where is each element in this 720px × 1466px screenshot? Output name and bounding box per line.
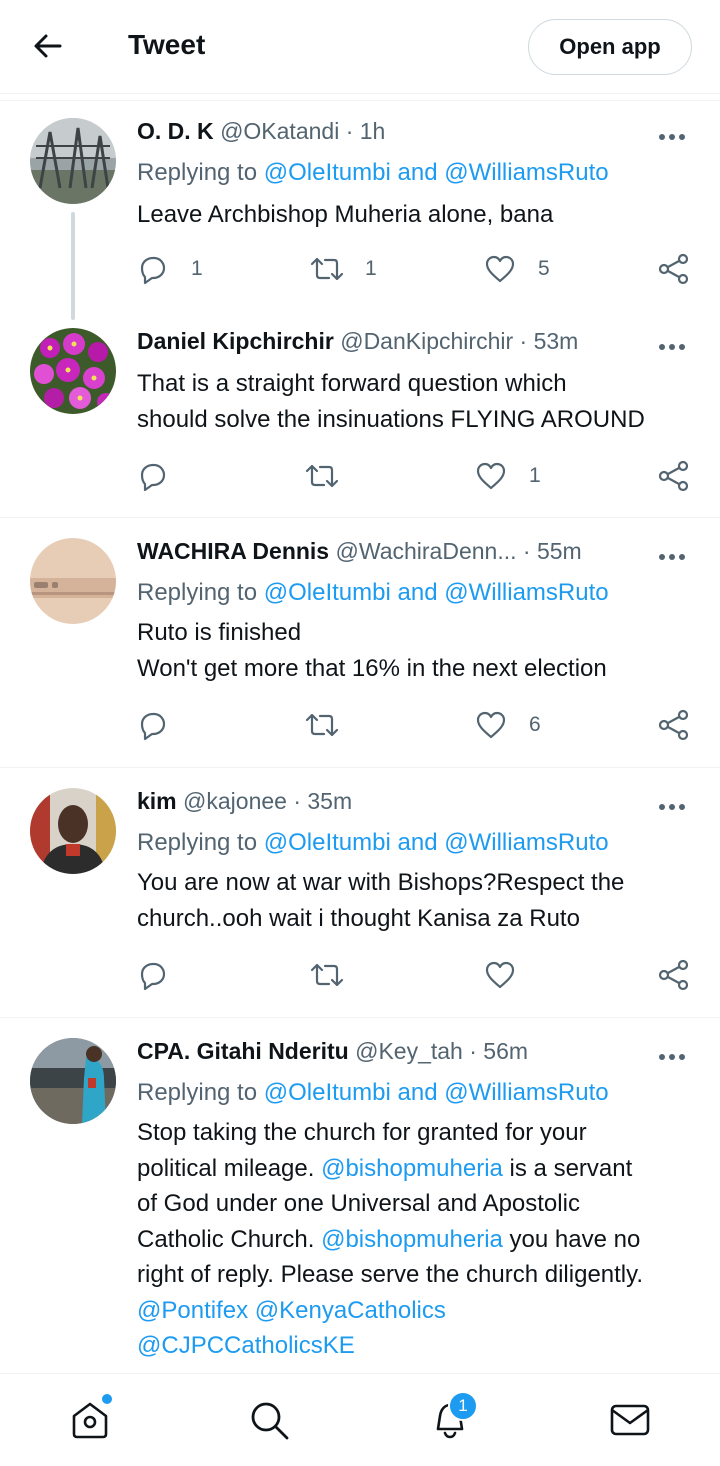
new-content-dot bbox=[102, 1394, 112, 1404]
timestamp[interactable]: · 55m bbox=[523, 538, 582, 564]
tweet-text: Ruto is finished Won't get more that 16%… bbox=[137, 619, 607, 682]
tweet-kajonee[interactable]: kim @kajonee · 35m Replying to @OleItumb… bbox=[0, 788, 720, 1017]
search-icon[interactable] bbox=[247, 1398, 291, 1442]
like-count: 6 bbox=[529, 713, 541, 736]
more-options-icon[interactable] bbox=[658, 121, 686, 141]
timestamp[interactable]: · 56m bbox=[469, 1038, 528, 1064]
tweet-text: That is a straight forward question whic… bbox=[137, 370, 645, 433]
avatar[interactable] bbox=[30, 118, 116, 204]
avatar[interactable] bbox=[30, 538, 116, 624]
header-divider bbox=[0, 93, 720, 101]
tweet-text: You are now at war with Bishops?Respect … bbox=[137, 869, 625, 932]
handle[interactable]: @WachiraDenn... bbox=[336, 538, 517, 564]
divider bbox=[0, 767, 720, 768]
like-count: 5 bbox=[538, 257, 550, 280]
tweet-actions: 1 1 5 bbox=[0, 253, 720, 289]
timestamp[interactable]: · 1h bbox=[346, 118, 386, 144]
timestamp[interactable]: · 53m bbox=[520, 328, 579, 354]
tweet-okatandi[interactable]: O. D. K @OKatandi · 1h Replying to @OleI… bbox=[0, 118, 720, 323]
tweet-text: Stop taking the church for granted for y… bbox=[137, 1115, 707, 1364]
more-options-icon[interactable] bbox=[658, 791, 686, 811]
messages-mail-icon[interactable] bbox=[608, 1398, 652, 1442]
more-options-icon[interactable] bbox=[658, 541, 686, 561]
mention-link[interactable]: @WilliamsRuto bbox=[444, 1079, 608, 1106]
divider bbox=[0, 517, 720, 518]
tweet-dankipchirchir[interactable]: Daniel Kipchirchir @DanKipchirchir · 53m… bbox=[0, 328, 720, 518]
more-options-icon[interactable] bbox=[658, 1041, 686, 1061]
handle[interactable]: @DanKipchirchir bbox=[340, 328, 513, 354]
tweet-key-tah[interactable]: CPA. Gitahi Nderitu @Key_tah · 56m Reply… bbox=[0, 1038, 720, 1373]
replying-to: Replying to @OleItumbi and @WilliamsRuto bbox=[137, 1079, 609, 1106]
replying-to: Replying to @OleItumbi and @WilliamsRuto bbox=[137, 159, 609, 186]
tweet-actions bbox=[0, 959, 720, 995]
avatar[interactable] bbox=[30, 788, 116, 874]
mention-link[interactable]: @Pontifex bbox=[137, 1297, 248, 1324]
display-name[interactable]: CPA. Gitahi Nderitu bbox=[137, 1038, 349, 1064]
tweet-wachiradennis[interactable]: WACHIRA Dennis @WachiraDenn... · 55m Rep… bbox=[0, 538, 720, 767]
bottom-nav: 1 bbox=[0, 1373, 720, 1466]
reply-count: 1 bbox=[191, 257, 203, 280]
tweet-actions: 6 bbox=[0, 709, 720, 745]
mention-link[interactable]: @OleItumbi bbox=[264, 579, 391, 606]
timestamp[interactable]: · 35m bbox=[293, 788, 352, 814]
tweet-text: Leave Archbishop Muheria alone, bana bbox=[137, 201, 554, 228]
display-name[interactable]: Daniel Kipchirchir bbox=[137, 328, 334, 354]
handle[interactable]: @kajonee bbox=[183, 788, 287, 814]
mention-link[interactable]: @OleItumbi bbox=[264, 1079, 391, 1106]
mention-link[interactable]: @WilliamsRuto bbox=[444, 159, 608, 186]
open-app-button[interactable]: Open app bbox=[528, 19, 692, 75]
retweet-count: 1 bbox=[365, 257, 377, 280]
display-name[interactable]: kim bbox=[137, 788, 177, 814]
handle[interactable]: @OKatandi bbox=[220, 118, 339, 144]
page-title: Tweet bbox=[128, 29, 206, 60]
mention-link[interactable]: @WilliamsRuto bbox=[444, 579, 608, 606]
display-name[interactable]: WACHIRA Dennis bbox=[137, 538, 329, 564]
back-arrow-icon[interactable] bbox=[28, 26, 68, 66]
mention-link[interactable]: @bishopmuheria bbox=[321, 1226, 503, 1253]
mention-link[interactable]: @KenyaCatholics bbox=[255, 1297, 446, 1324]
thread-line bbox=[71, 212, 75, 320]
mention-link[interactable]: @OleItumbi bbox=[264, 829, 391, 856]
handle[interactable]: @Key_tah bbox=[355, 1038, 463, 1064]
display-name[interactable]: O. D. K bbox=[137, 118, 214, 144]
replying-to: Replying to @OleItumbi and @WilliamsRuto bbox=[137, 829, 609, 856]
divider bbox=[0, 1017, 720, 1018]
home-icon[interactable] bbox=[68, 1398, 112, 1442]
tweet-actions: 1 bbox=[0, 460, 720, 496]
mention-link[interactable]: @WilliamsRuto bbox=[444, 829, 608, 856]
avatar[interactable] bbox=[30, 328, 116, 414]
mention-link[interactable]: @bishopmuheria bbox=[321, 1155, 503, 1182]
like-count: 1 bbox=[529, 464, 541, 487]
replying-to: Replying to @OleItumbi and @WilliamsRuto bbox=[137, 579, 609, 606]
mention-link[interactable]: @CJPCCatholicsKE bbox=[137, 1328, 707, 1364]
more-options-icon[interactable] bbox=[658, 331, 686, 351]
notifications-badge: 1 bbox=[448, 1391, 478, 1421]
avatar[interactable] bbox=[30, 1038, 116, 1124]
top-bar: Tweet Open app bbox=[0, 0, 720, 92]
mention-link[interactable]: @OleItumbi bbox=[264, 159, 391, 186]
